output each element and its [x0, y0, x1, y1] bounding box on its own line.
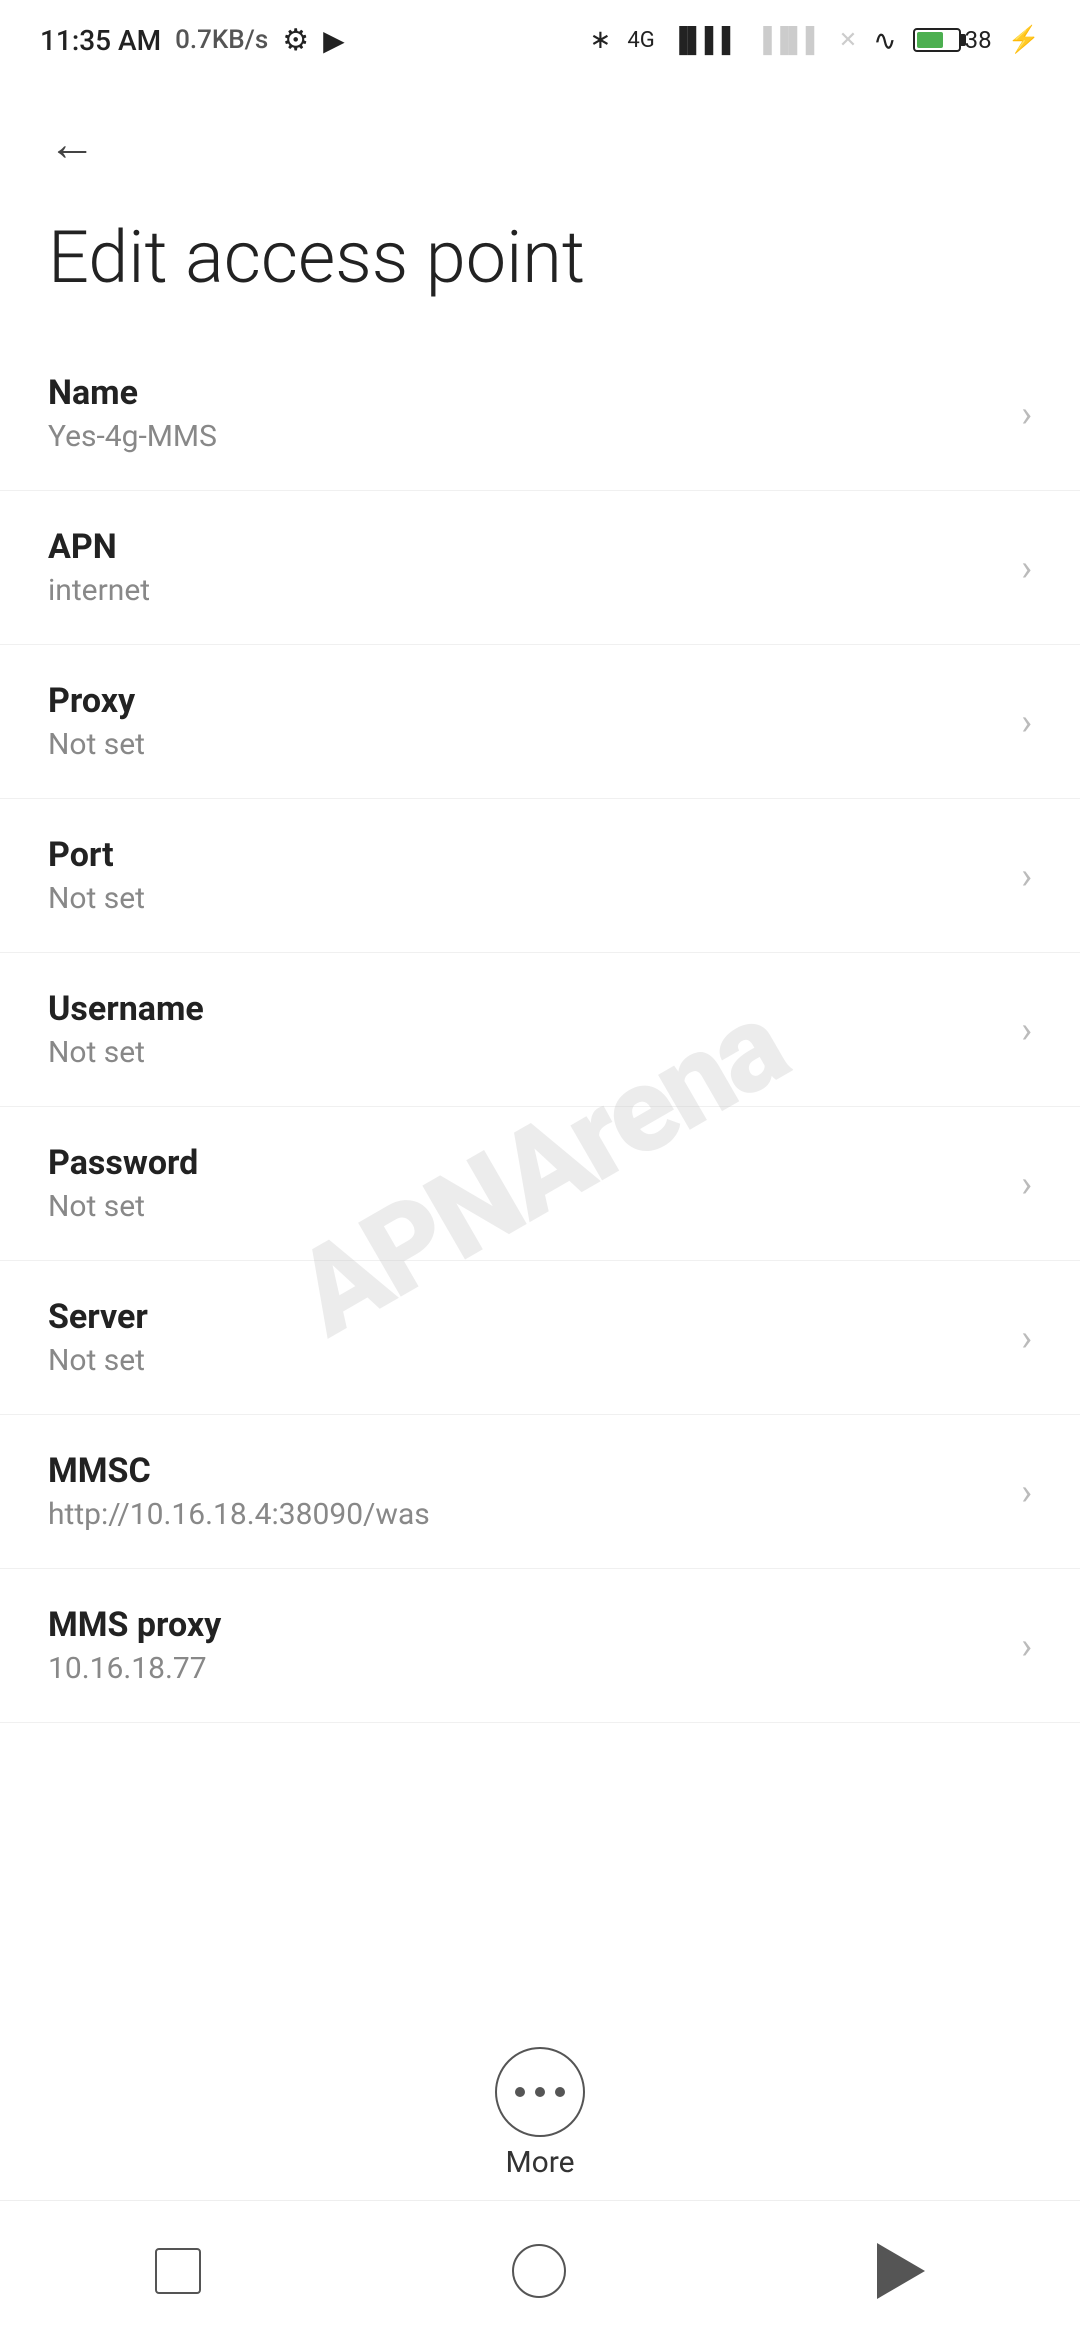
- settings-item-content: Proxy Not set: [48, 681, 1001, 762]
- video-icon: ▶: [323, 24, 345, 57]
- settings-item-port[interactable]: Port Not set ›: [0, 799, 1080, 953]
- settings-item-value: internet: [48, 573, 1001, 608]
- header: ←: [0, 80, 1080, 188]
- settings-item-label: Name: [48, 373, 1001, 413]
- settings-item-password[interactable]: Password Not set ›: [0, 1107, 1080, 1261]
- settings-item-value: http://10.16.18.4:38090/was: [48, 1497, 1001, 1532]
- settings-item-value: Yes-4g-MMS: [48, 419, 1001, 454]
- settings-item-content: MMS proxy 10.16.18.77: [48, 1605, 1001, 1686]
- back-button[interactable]: ←: [48, 120, 96, 168]
- settings-item-label: MMSC: [48, 1451, 1001, 1491]
- settings-item-content: Name Yes-4g-MMS: [48, 373, 1001, 454]
- settings-item-label: Proxy: [48, 681, 1001, 721]
- chevron-right-icon: ›: [1021, 1163, 1032, 1205]
- settings-item-username[interactable]: Username Not set ›: [0, 953, 1080, 1107]
- signal-bars-icon: ▐▌▌▌: [671, 26, 739, 55]
- signal-bars2-icon: ▐▐▌▌: [755, 26, 823, 55]
- settings-item-label: Password: [48, 1143, 1001, 1183]
- settings-item-content: Server Not set: [48, 1297, 1001, 1378]
- settings-item-value: Not set: [48, 1343, 1001, 1378]
- chevron-right-icon: ›: [1021, 547, 1032, 589]
- settings-item-mms-proxy[interactable]: MMS proxy 10.16.18.77 ›: [0, 1569, 1080, 1723]
- settings-item-content: Port Not set: [48, 835, 1001, 916]
- settings-item-name[interactable]: Name Yes-4g-MMS ›: [0, 337, 1080, 491]
- nav-back-button[interactable]: [877, 2243, 925, 2299]
- settings-icon: ⚙: [282, 23, 309, 58]
- bolt-icon: ⚡: [1008, 25, 1040, 55]
- signal-4g-icon: 4G: [627, 28, 654, 53]
- settings-item-label: MMS proxy: [48, 1605, 1001, 1645]
- settings-item-proxy[interactable]: Proxy Not set ›: [0, 645, 1080, 799]
- settings-item-label: APN: [48, 527, 1001, 567]
- nav-back-icon: [877, 2243, 925, 2299]
- chevron-right-icon: ›: [1021, 1471, 1032, 1513]
- status-bar: 11:35 AM 0.7KB/s ⚙ ▶ ∗ 4G ▐▌▌▌ ▐▐▌▌ ✕ ∿ …: [0, 0, 1080, 80]
- bluetooth-icon: ∗: [590, 25, 612, 55]
- wifi-icon: ∿: [873, 24, 896, 57]
- page-title-section: Edit access point: [0, 188, 1080, 337]
- settings-list: Name Yes-4g-MMS › APN internet › Proxy N…: [0, 337, 1080, 1723]
- signal-x-icon: ✕: [839, 28, 857, 53]
- settings-item-mmsc[interactable]: MMSC http://10.16.18.4:38090/was ›: [0, 1415, 1080, 1569]
- settings-item-value: 10.16.18.77: [48, 1651, 1001, 1686]
- settings-item-value: Not set: [48, 1189, 1001, 1224]
- settings-item-content: Username Not set: [48, 989, 1001, 1070]
- settings-item-value: Not set: [48, 881, 1001, 916]
- nav-square-icon: [155, 2248, 201, 2294]
- nav-bar: [0, 2200, 1080, 2340]
- nav-home-button[interactable]: [512, 2244, 566, 2298]
- chevron-right-icon: ›: [1021, 855, 1032, 897]
- settings-item-value: Not set: [48, 727, 1001, 762]
- more-circle: [495, 2047, 585, 2137]
- settings-item-label: Username: [48, 989, 1001, 1029]
- settings-item-label: Port: [48, 835, 1001, 875]
- status-time: 11:35 AM: [40, 24, 161, 57]
- battery: 38: [913, 26, 992, 54]
- settings-item-content: APN internet: [48, 527, 1001, 608]
- chevron-right-icon: ›: [1021, 1625, 1032, 1667]
- settings-item-server[interactable]: Server Not set ›: [0, 1261, 1080, 1415]
- chevron-right-icon: ›: [1021, 393, 1032, 435]
- settings-item-content: Password Not set: [48, 1143, 1001, 1224]
- status-right: ∗ 4G ▐▌▌▌ ▐▐▌▌ ✕ ∿ 38 ⚡: [590, 24, 1040, 57]
- chevron-right-icon: ›: [1021, 701, 1032, 743]
- nav-recent-button[interactable]: [155, 2248, 201, 2294]
- more-label: More: [505, 2145, 574, 2180]
- settings-item-value: Not set: [48, 1035, 1001, 1070]
- status-left: 11:35 AM 0.7KB/s ⚙ ▶: [40, 23, 345, 58]
- more-button[interactable]: More: [495, 2047, 585, 2180]
- settings-item-content: MMSC http://10.16.18.4:38090/was: [48, 1451, 1001, 1532]
- settings-item-apn[interactable]: APN internet ›: [0, 491, 1080, 645]
- settings-item-label: Server: [48, 1297, 1001, 1337]
- chevron-right-icon: ›: [1021, 1317, 1032, 1359]
- page-title: Edit access point: [48, 215, 585, 300]
- chevron-right-icon: ›: [1021, 1009, 1032, 1051]
- nav-home-icon: [512, 2244, 566, 2298]
- status-speed: 0.7KB/s: [175, 25, 268, 55]
- more-dots-icon: [515, 2087, 565, 2097]
